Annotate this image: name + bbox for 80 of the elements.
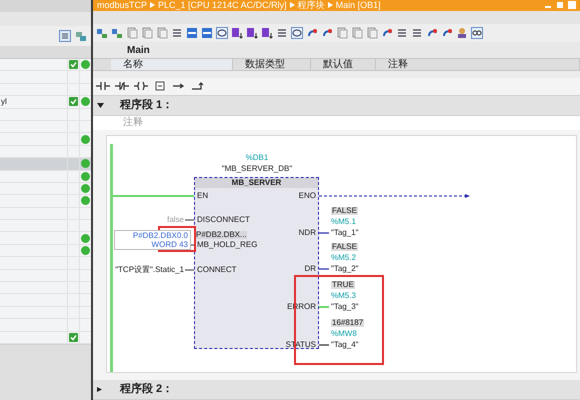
instance-address: %DB1 — [244, 154, 270, 162]
network-title[interactable]: 程序段 1： — [120, 97, 174, 114]
column-header[interactable]: 默认值 — [311, 58, 376, 70]
pages-icon[interactable] — [351, 26, 363, 39]
branch-close-icon[interactable] — [191, 81, 205, 92]
breadcrumb-arrow-icon — [150, 2, 156, 8]
curved-arrow-icon[interactable] — [381, 26, 393, 39]
network-icon[interactable] — [75, 30, 87, 42]
pin-label: DR — [304, 264, 316, 273]
operand-address: %M5.3 — [331, 292, 356, 300]
tree-row[interactable] — [0, 332, 91, 344]
operand-tag: "Tag_2" — [331, 264, 358, 273]
down-arrow-icon[interactable] — [231, 26, 243, 39]
tree-row[interactable]: yl — [0, 96, 91, 109]
pages-icon[interactable] — [366, 26, 378, 39]
network-title[interactable]: 程序段 2： — [120, 381, 174, 398]
lines-icon[interactable] — [396, 26, 408, 39]
contact-icon[interactable] — [96, 81, 110, 92]
curved-arrow-icon[interactable] — [321, 26, 333, 39]
network-icon[interactable] — [111, 26, 123, 39]
curved-arrow-icon[interactable] — [426, 26, 438, 39]
branch-open-icon[interactable] — [172, 81, 186, 92]
operand-tag: "Tag_3" — [331, 302, 358, 311]
coil-icon[interactable] — [134, 81, 148, 92]
column-header[interactable]: 数据类型 — [233, 58, 311, 70]
person-icon[interactable] — [456, 26, 468, 39]
operand-address: %MW8 — [331, 330, 357, 338]
speech-bubble-icon[interactable] — [216, 26, 228, 39]
actual-parameter: P#DB2.DBX0.0 WORD 43 — [114, 230, 191, 250]
curved-arrow-icon[interactable] — [441, 26, 453, 39]
tree-row[interactable] — [0, 59, 91, 72]
box-icon[interactable] — [153, 81, 167, 92]
actual-parameter: false — [167, 216, 184, 224]
list-icon[interactable] — [59, 30, 71, 42]
network-icon[interactable] — [96, 26, 108, 39]
pin-label: CONNECT — [197, 266, 237, 274]
down-arrow-icon[interactable] — [246, 26, 258, 39]
pin-label: ENO — [298, 192, 316, 200]
tree-row[interactable] — [0, 158, 91, 171]
actual-parameter: "TCP设置".Static_1 — [115, 266, 184, 274]
maximize-icon[interactable] — [568, 1, 576, 10]
speech-bubble-icon[interactable] — [291, 26, 303, 39]
panel-icon[interactable] — [201, 26, 213, 39]
tree-row[interactable] — [0, 232, 91, 245]
breadcrumb-arrow-icon — [290, 2, 295, 8]
pages-icon[interactable] — [126, 26, 138, 39]
operand-address: %M5.2 — [331, 254, 356, 262]
instance-name: "MB_SERVER_DB" — [220, 164, 294, 173]
pages-icon[interactable] — [141, 26, 153, 39]
curved-arrow-icon[interactable] — [306, 26, 318, 39]
glasses-icon[interactable] — [471, 26, 483, 39]
tree-row[interactable] — [0, 182, 91, 196]
operand-tag: "Tag_4" — [331, 340, 358, 349]
down-arrow-icon[interactable] — [261, 26, 273, 39]
negated-contact-icon[interactable] — [115, 81, 129, 92]
pin-label: MB_HOLD_REG — [197, 240, 258, 249]
block-name: MB_SERVER — [195, 178, 318, 188]
expand-icon[interactable] — [97, 386, 104, 392]
lines-icon[interactable] — [411, 26, 423, 39]
wire-end-arrow-icon — [465, 194, 470, 198]
lines-icon[interactable] — [171, 26, 183, 39]
restore-icon[interactable] — [556, 1, 564, 10]
panel-icon[interactable] — [186, 26, 198, 39]
column-header[interactable]: 注释 — [376, 58, 580, 70]
tree-row[interactable] — [0, 195, 91, 208]
tree-row[interactable] — [0, 244, 91, 258]
interface-title: Main — [127, 44, 150, 56]
pages-icon[interactable] — [336, 26, 348, 39]
pin-label: NDR — [298, 228, 316, 237]
tree-row[interactable] — [0, 133, 91, 146]
lines-icon[interactable] — [276, 26, 288, 39]
operand-tag: "Tag_1" — [331, 228, 358, 237]
column-header[interactable]: 名称 — [111, 58, 233, 70]
collapse-icon[interactable] — [97, 102, 104, 108]
breadcrumb-arrow-icon — [328, 2, 333, 8]
tree-row[interactable] — [0, 170, 91, 183]
tree-item-label[interactable]: yl — [0, 98, 67, 106]
operand-address: %M5.1 — [331, 218, 356, 226]
pin-label: EN — [197, 192, 208, 200]
pin-label: DISCONNECT — [197, 216, 250, 224]
